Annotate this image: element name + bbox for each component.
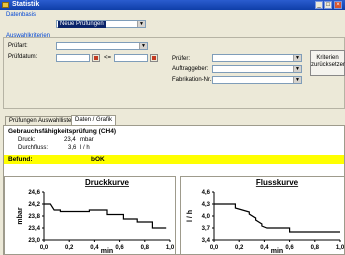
auftraggeber-select[interactable]: ▼	[212, 65, 302, 73]
fabrikation-select[interactable]: ▼	[212, 76, 302, 84]
tab-daten-grafik[interactable]: Daten / Grafik	[71, 115, 117, 125]
druck-chart: Druckkurve 24,6 24,2 23,8 23,4 23,00,0 0,2 0,4 0…	[17, 178, 175, 255]
durchfluss-unit: l / h	[80, 145, 90, 151]
chart-title: Flusskurve	[256, 178, 299, 187]
series-line	[44, 203, 167, 229]
app-icon	[2, 2, 9, 8]
x-tick-label: 1,0	[336, 245, 345, 251]
y-tick-label: 23,4	[28, 226, 40, 232]
befund-bar: Befund: bOK	[4, 155, 344, 164]
druck-value: 23,4	[64, 137, 76, 143]
durchfluss-value: 3,6	[68, 145, 77, 151]
reset-criteria-button[interactable]: Kriterien zurücksetzen	[310, 50, 345, 76]
close-button[interactable]: ×	[334, 1, 342, 9]
chevron-down-icon[interactable]: ▼	[137, 21, 145, 27]
druck-unit: mbar	[80, 137, 94, 143]
y-tick-label: 4,0	[202, 214, 211, 220]
chevron-down-icon[interactable]: ▼	[293, 77, 301, 83]
pruefer-label: Prüfer:	[172, 56, 191, 62]
x-tick-label: 0,0	[210, 245, 219, 251]
tab-auswahlliste[interactable]: Prüfungen Auswahlliste	[5, 116, 76, 125]
y-tick-label: 4,3	[202, 202, 211, 208]
chevron-down-icon[interactable]: ▼	[293, 55, 301, 61]
y-tick-label: 3,7	[202, 226, 211, 232]
test-heading: Gebrauchsfähigkeitsprüfung (CH4)	[8, 128, 116, 135]
y-axis-label: mbar	[17, 207, 24, 224]
chart-title: Druckkurve	[85, 178, 130, 187]
x-tick-label: 1,0	[166, 245, 175, 251]
pruefdatum-label: Prüfdatum:	[8, 54, 38, 60]
y-tick-label: 23,0	[28, 238, 40, 244]
fluss-chart: Flusskurve 4,6 4,3 4,0 3,7 3,40,0 0,2 0,4 0,6 0,8…	[187, 178, 345, 255]
durchfluss-label: Durchfluss:	[18, 145, 49, 151]
auswahlkriterien-group	[3, 37, 345, 109]
y-tick-label: 23,8	[28, 214, 40, 220]
datenbasis-select[interactable]: Neue Prüfungen ▼	[56, 20, 146, 28]
x-tick-label: 0,4	[260, 245, 269, 251]
x-tick-label: 0,8	[141, 245, 150, 251]
series-line	[214, 203, 340, 233]
x-tick-label: 0,6	[285, 245, 294, 251]
minimize-button[interactable]: _	[315, 1, 323, 9]
pruefdatum-to-input[interactable]	[114, 54, 148, 62]
auftraggeber-label: Auftraggeber:	[172, 66, 209, 72]
date-range-separator: <=	[104, 55, 112, 61]
chevron-down-icon[interactable]: ▼	[293, 66, 301, 72]
x-tick-label: 0,6	[115, 245, 124, 251]
pruefdatum-from-input[interactable]	[56, 54, 90, 62]
y-axis-label: l / h	[187, 210, 194, 222]
x-tick-label: 0,4	[90, 245, 99, 251]
x-axis-label: min	[271, 248, 283, 255]
x-tick-label: 0,2	[235, 245, 244, 251]
y-tick-label: 24,6	[28, 190, 40, 196]
y-tick-label: 3,4	[202, 238, 211, 244]
x-axis-label: min	[101, 248, 113, 255]
window-title: Statistik	[12, 1, 40, 8]
y-tick-label: 4,6	[202, 190, 211, 196]
x-tick-label: 0,2	[65, 245, 74, 251]
calendar-icon[interactable]	[150, 54, 158, 62]
y-tick-label: 24,2	[28, 202, 40, 208]
befund-label: Befund:	[8, 156, 33, 163]
calendar-icon[interactable]	[92, 54, 100, 62]
x-tick-label: 0,8	[311, 245, 320, 251]
druck-label: Druck:	[18, 137, 36, 143]
window-titlebar: Statistik	[0, 0, 345, 10]
maximize-button[interactable]: □	[324, 1, 332, 9]
pruefer-select[interactable]: ▼	[212, 54, 302, 62]
pruefart-select[interactable]: ▼	[56, 42, 148, 50]
chevron-down-icon[interactable]: ▼	[139, 43, 147, 49]
pruefart-label: Prüfart:	[8, 43, 28, 49]
fabrikation-label: Fabrikation-Nr.:	[172, 77, 214, 83]
x-tick-label: 0,0	[40, 245, 49, 251]
datenbasis-label: Datenbasis	[6, 12, 37, 18]
befund-value: bOK	[91, 156, 105, 163]
